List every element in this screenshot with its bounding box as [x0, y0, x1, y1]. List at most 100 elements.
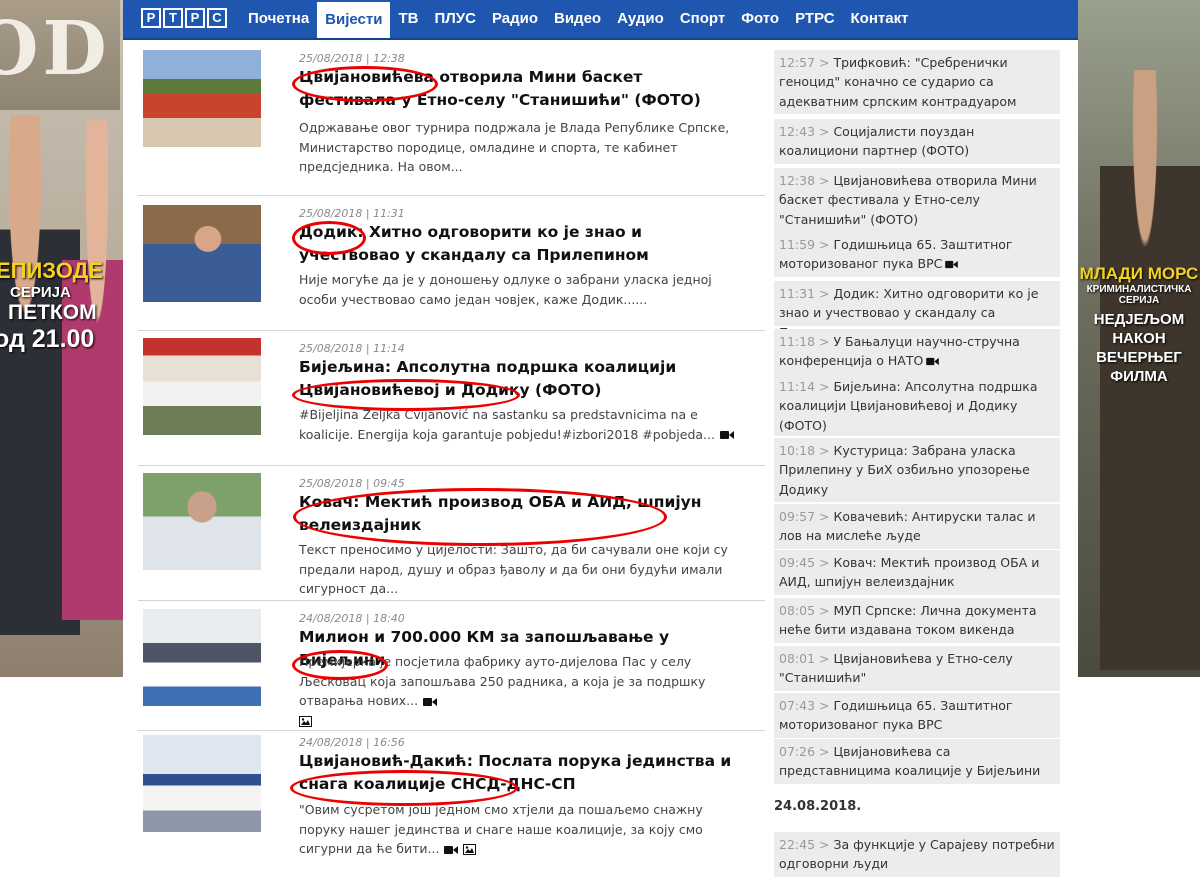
news-time: 10:18 [779, 443, 816, 458]
right-ad-promo-text: МЛАДИ МОРС КРИМИНАЛИСТИЧКА СЕРИЈА НЕДЈЕЉ… [1078, 264, 1200, 386]
article-excerpt: "Овим сусретом још једном смо хтјели да … [299, 800, 744, 859]
sidebar-news-item[interactable]: 08:05 > МУП Српске: Лична документа неће… [774, 598, 1060, 643]
nav-item-sport[interactable]: Спорт [672, 0, 733, 38]
news-time: 07:26 [779, 744, 816, 759]
article-item[interactable]: 24/08/2018 | 18:40 Милион и 700.000 КМ з… [138, 600, 765, 731]
nav-item-tv[interactable]: ТВ [390, 0, 426, 38]
article-excerpt: Није могуће да је у доношењу одлуке о за… [299, 272, 712, 307]
article-date: 25/08/2018 | 12:38 [299, 52, 405, 65]
right-banner-ad[interactable]: МЛАДИ МОРС КРИМИНАЛИСТИЧКА СЕРИЈА НЕДЈЕЉ… [1078, 0, 1200, 677]
sidebar-news-item[interactable]: 09:57 > Ковачевић: Антируски талас и лов… [774, 504, 1060, 549]
news-time: 08:01 [779, 651, 816, 666]
news-time: 08:05 [779, 603, 816, 618]
sidebar-news-item[interactable]: 07:26 > Цвијановићева са представницима … [774, 739, 1060, 784]
article-item[interactable]: 24/08/2018 | 16:56 Цвијановић-Дакић: Пос… [138, 730, 765, 880]
actress-figure [62, 120, 123, 620]
article-date: 25/08/2018 | 11:31 [299, 207, 405, 220]
article-date: 25/08/2018 | 11:14 [299, 342, 405, 355]
ad-line-3: ПЕТКОМ [8, 301, 97, 324]
excerpt-text: Премијерка је посјетила фабрику ауто-диј… [299, 654, 706, 708]
sidebar-news-item[interactable]: 22:45 > За функције у Сарајеву потребни … [774, 832, 1060, 877]
article-item[interactable]: 25/08/2018 | 12:38 Цвијановићева отворил… [138, 40, 765, 196]
article-item[interactable]: 25/08/2018 | 09:45 Ковач: Мектић произво… [138, 465, 765, 601]
camera-icon [719, 430, 734, 440]
news-time: 22:45 [779, 837, 816, 852]
article-title[interactable]: Бијељина: Апсолутна подршка коалицији Цв… [299, 356, 739, 402]
news-time: 11:31 [779, 286, 816, 301]
sidebar-news-item[interactable]: 11:31 > Додик: Хитно одговорити ко је зн… [774, 281, 1060, 340]
nav-item-contact[interactable]: Контакт [843, 0, 917, 38]
left-banner-ad[interactable]: OD ЕПИЗОДЕ СЕРИЈА ПЕТКОМ од 21.00 [0, 0, 123, 677]
nav-item-photo[interactable]: Фото [733, 0, 787, 38]
article-thumbnail[interactable] [143, 735, 261, 832]
ad-line-5: ВЕЧЕРЊЕГ [1096, 349, 1182, 366]
sidebar-news-item[interactable]: 08:01 > Цвијановићева у Етно-селу "Стани… [774, 646, 1060, 691]
excerpt-text: "Овим сусретом још једном смо хтјели да … [299, 802, 703, 856]
excerpt-text: #Bijeljina Željka Cvijanović na sastanku… [299, 407, 715, 442]
article-date: 25/08/2018 | 09:45 [299, 477, 405, 490]
ad-line-1: ЕПИЗОДЕ [0, 258, 103, 283]
nav-menu: Почетна Вијести ТВ ПЛУС Радио Видео Ауди… [240, 0, 916, 38]
news-time: 12:57 [779, 55, 816, 70]
article-thumbnail[interactable] [143, 50, 261, 147]
nav-item-news[interactable]: Вијести [317, 2, 391, 38]
nav-item-radio[interactable]: Радио [484, 0, 546, 38]
news-time: 09:57 [779, 509, 816, 524]
ad-line-6: ФИЛМА [1110, 368, 1168, 385]
news-time: 12:43 [779, 124, 816, 139]
article-thumbnail[interactable] [143, 205, 261, 302]
sidebar-news-item[interactable]: 12:43 > Социјалисти поуздан коалициони п… [774, 119, 1060, 164]
ad-line-3: НЕДЈЕЉОМ [1093, 311, 1185, 328]
article-date: 24/08/2018 | 16:56 [299, 736, 405, 749]
article-item[interactable]: 25/08/2018 | 11:31 Додик: Хитно одговори… [138, 195, 765, 331]
logo-letter: С [207, 8, 227, 28]
article-excerpt: #Bijeljina Željka Cvijanović na sastanku… [299, 405, 744, 444]
article-excerpt: Премијерка је посјетила фабрику ауто-диј… [299, 652, 744, 730]
sidebar-news-item[interactable]: 12:57 > Трифковић: "Сребренички геноцид"… [774, 50, 1060, 114]
ad-title: МЛАДИ МОРС [1079, 264, 1199, 283]
article-thumbnail[interactable] [143, 609, 261, 706]
main-navigation: Р Т Р С Почетна Вијести ТВ ПЛУС Радио Ви… [123, 0, 1078, 40]
news-time: 07:43 [779, 698, 816, 713]
left-ad-promo-text: ЕПИЗОДЕ СЕРИЈА ПЕТКОМ од 21.00 [0, 258, 123, 354]
news-time: 11:18 [779, 334, 816, 349]
ad-genre: КРИМИНАЛИСТИЧКА СЕРИЈА [1086, 284, 1192, 306]
hollywood-sign-image: OD [0, 0, 120, 110]
sign-text: OD [0, 6, 111, 92]
ad-line-2: СЕРИЈА [10, 284, 71, 301]
news-time: 12:38 [779, 173, 816, 188]
logo-letter: Р [141, 8, 161, 28]
sidebar-news-item[interactable]: 07:43 > Годишњица 65. Заштитног моторизо… [774, 693, 1060, 738]
article-excerpt: Одржавање овог турнира подржала је Влада… [299, 120, 730, 174]
sidebar-news-item[interactable]: 09:45 > Ковач: Мектић производ ОБА и АИД… [774, 550, 1060, 595]
article-title[interactable]: Додик: Хитно одговорити ко је знао и уче… [299, 221, 739, 267]
date-heading: 24.08.2018. [774, 799, 862, 814]
nav-item-rtrs[interactable]: РТРС [787, 0, 842, 38]
sidebar-news-item[interactable]: 11:14 > Бијељина: Апсолутна подршка коал… [774, 374, 1060, 449]
article-thumbnail[interactable] [143, 338, 261, 435]
sidebar-news-item[interactable]: 11:18 > У Бањалуци научно-стручна конфер… [774, 329, 1060, 374]
article-item[interactable]: 25/08/2018 | 11:14 Бијељина: Апсолутна п… [138, 330, 765, 466]
logo-letter: Т [163, 8, 183, 28]
rtrs-logo[interactable]: Р Т Р С [141, 8, 227, 28]
article-title[interactable]: Ковач: Мектић производ ОБА и АИД, шпијун… [299, 491, 739, 537]
camera-icon [423, 697, 438, 707]
article-title[interactable]: Цвијановићева отворила Мини баскет фести… [299, 66, 739, 112]
article-excerpt: Текст преносимо у цијелости: Зашто, да б… [299, 542, 728, 596]
nav-item-video[interactable]: Видео [546, 0, 609, 38]
sidebar-news-item[interactable]: 12:38 > Цвијановићева отворила Мини баск… [774, 168, 1060, 232]
nav-item-home[interactable]: Почетна [240, 0, 317, 38]
article-title[interactable]: Цвијановић-Дакић: Послата порука јединст… [299, 750, 739, 796]
article-thumbnail[interactable] [143, 473, 261, 570]
sidebar-news-item[interactable]: 11:59 > Годишњица 65. Заштитног моторизо… [774, 232, 1060, 277]
camera-icon [945, 260, 959, 269]
nav-item-plus[interactable]: ПЛУС [426, 0, 483, 38]
camera-icon [926, 357, 940, 366]
sidebar-news-item[interactable]: 10:18 > Кустурица: Забрана уласка Прилеп… [774, 438, 1060, 502]
article-date: 24/08/2018 | 18:40 [299, 612, 405, 625]
logo-letter: Р [185, 8, 205, 28]
news-time: 09:45 [779, 555, 816, 570]
ad-line-4: НАКОН [1112, 330, 1166, 347]
nav-item-audio[interactable]: Аудио [609, 0, 672, 38]
camera-icon [444, 845, 459, 855]
